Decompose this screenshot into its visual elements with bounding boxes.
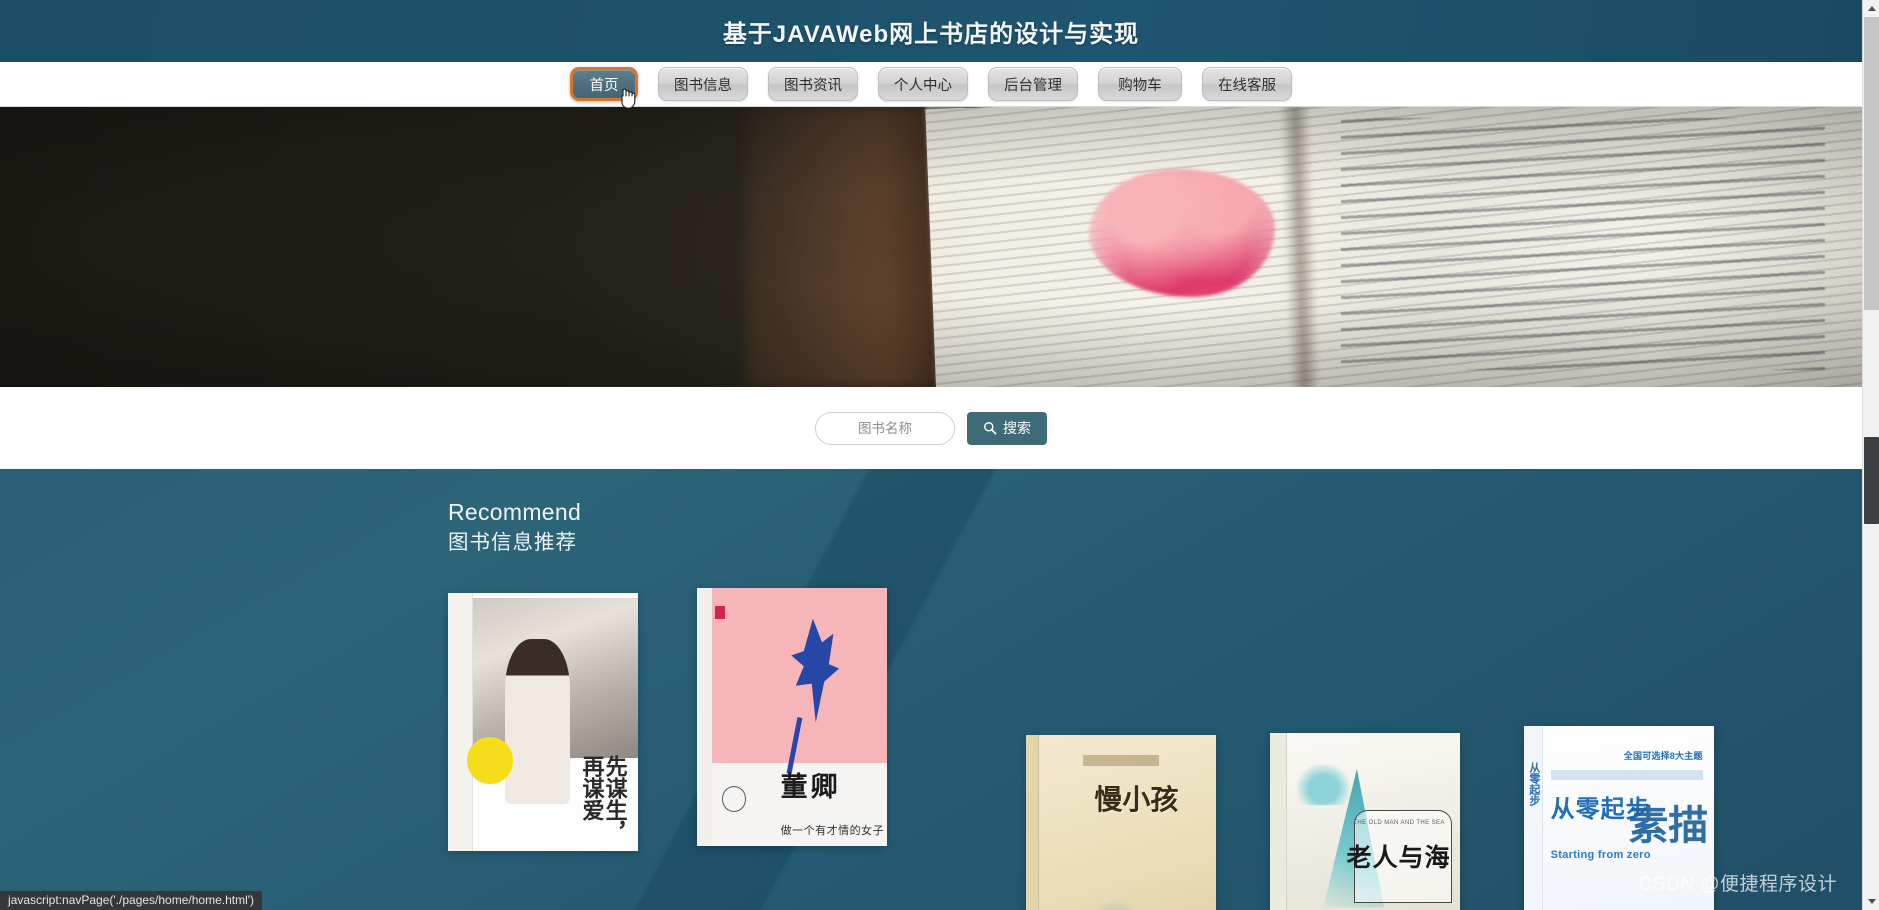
scrollbar-down-button[interactable] [1863, 893, 1879, 910]
book-card[interactable]: THE OLD MAN AND THE SEA 老人与海 [1270, 732, 1460, 910]
nav-item-cart-label: 购物车 [1118, 77, 1162, 94]
search-input[interactable] [815, 411, 955, 445]
recommend-section: Recommend 图书信息推荐 先谋生，再谋爱 董卿 做一个有才情的女子 慢小… [0, 469, 1862, 910]
hero-vignette-overlay [0, 107, 1862, 387]
book-cover-image: 慢小孩 [1026, 734, 1216, 910]
book-cover-image: THE OLD MAN AND THE SEA 老人与海 [1270, 732, 1460, 910]
search-button-label: 搜索 [1003, 420, 1031, 436]
book-card[interactable]: 先谋生，再谋爱 [448, 592, 638, 851]
main-navigation: 首页 图书信息 图书资讯 个人中心 后台管理 购物车 在线客服 [0, 62, 1862, 109]
book-title: 慢小孩 [1094, 785, 1179, 817]
nav-item-user-center[interactable]: 个人中心 [878, 67, 968, 101]
nav-item-book-info[interactable]: 图书信息 [658, 67, 748, 101]
book5-tagline: Starting from zero [1550, 849, 1651, 862]
browser-status-bar: javascript:navPage('./pages/home/home.ht… [0, 891, 263, 910]
page-title: 基于JAVAWeb网上书店的设计与实现 [722, 20, 1140, 48]
nav-item-home-label: 首页 [589, 77, 619, 94]
book2-pink-panel [712, 587, 887, 764]
scrollbar-thumb[interactable] [1864, 437, 1879, 524]
book-cover-image: 董卿 做一个有才情的女子 [697, 587, 887, 846]
book-subtitle: 素描 [1628, 802, 1709, 848]
book2-spine [697, 587, 713, 846]
nav-item-book-news[interactable]: 图书资讯 [768, 67, 858, 101]
book4-spine [1270, 732, 1288, 910]
recommend-heading: Recommend 图书信息推荐 [448, 497, 1862, 558]
book5-spine-title: 从零起步 [1527, 761, 1540, 806]
book5-blue-bar [1550, 769, 1703, 780]
nav-item-admin-label: 后台管理 [1004, 77, 1062, 94]
nav-item-book-info-label: 图书信息 [674, 77, 732, 94]
book-cover-image: 先谋生，再谋爱 [448, 592, 638, 851]
book1-person [505, 639, 570, 805]
book-title: 先谋生，再谋爱 [579, 755, 628, 844]
book-subtitle: 做一个有才情的女子 [780, 825, 885, 838]
hero-banner[interactable] [0, 107, 1862, 387]
book2-seal-circle [721, 786, 747, 813]
chevron-down-icon [1867, 899, 1876, 904]
chevron-up-icon [1867, 6, 1876, 11]
scrollbar-up-button[interactable] [1863, 0, 1879, 17]
nav-item-user-center-label: 个人中心 [894, 77, 952, 94]
book-card[interactable]: 董卿 做一个有才情的女子 [697, 587, 887, 846]
book2-red-mark [715, 605, 725, 619]
nav-item-cart[interactable]: 购物车 [1098, 67, 1182, 101]
recommended-books-grid: 先谋生，再谋爱 董卿 做一个有才情的女子 慢小孩 THE OLD MAN AND… [0, 578, 1862, 910]
book-subtitle: THE OLD MAN AND THE SEA [1353, 820, 1445, 827]
nav-item-online-service[interactable]: 在线客服 [1202, 67, 1292, 101]
book1-spine [448, 592, 473, 851]
book4-cloud [1296, 763, 1350, 805]
book5-spine [1524, 725, 1543, 910]
book-title: 董卿 [780, 772, 841, 803]
nav-item-book-news-label: 图书资讯 [784, 77, 842, 94]
mouse-cursor-hand-icon [621, 88, 636, 109]
recommend-heading-en: Recommend [448, 499, 582, 525]
scrollbar-track[interactable] [1864, 17, 1879, 310]
nav-item-online-service-label: 在线客服 [1218, 77, 1276, 94]
search-button[interactable]: 搜索 [967, 411, 1047, 445]
search-icon [984, 422, 997, 435]
book3-top-tag [1083, 755, 1159, 766]
nav-item-home[interactable]: 首页 [570, 67, 638, 109]
book1-yellow-sticker [467, 737, 513, 784]
book-card[interactable]: 慢小孩 [1026, 734, 1216, 910]
book3-spine [1026, 734, 1040, 910]
book-cover-image: 从零起步 全国可选择8大主题 从零起步 素描 Starting from zer… [1524, 725, 1714, 910]
search-bar: 搜索 [0, 387, 1862, 469]
hero-banner-image [0, 107, 1862, 387]
book3-leaf-graphic [1071, 899, 1159, 910]
recommend-heading-cn: 图书信息推荐 [448, 531, 577, 555]
site-header: 基于JAVAWeb网上书店的设计与实现 [0, 0, 1862, 62]
book-card[interactable]: 从零起步 全国可选择8大主题 从零起步 素描 Starting from zer… [1524, 725, 1714, 910]
book-title: 老人与海 [1346, 845, 1451, 873]
vertical-scrollbar[interactable] [1862, 0, 1879, 910]
browser-page-viewport: 基于JAVAWeb网上书店的设计与实现 首页 图书信息 图书资讯 个人中心 后台… [0, 0, 1862, 910]
book5-badge: 全国可选择8大主题 [1623, 750, 1703, 761]
nav-item-admin[interactable]: 后台管理 [988, 67, 1078, 101]
